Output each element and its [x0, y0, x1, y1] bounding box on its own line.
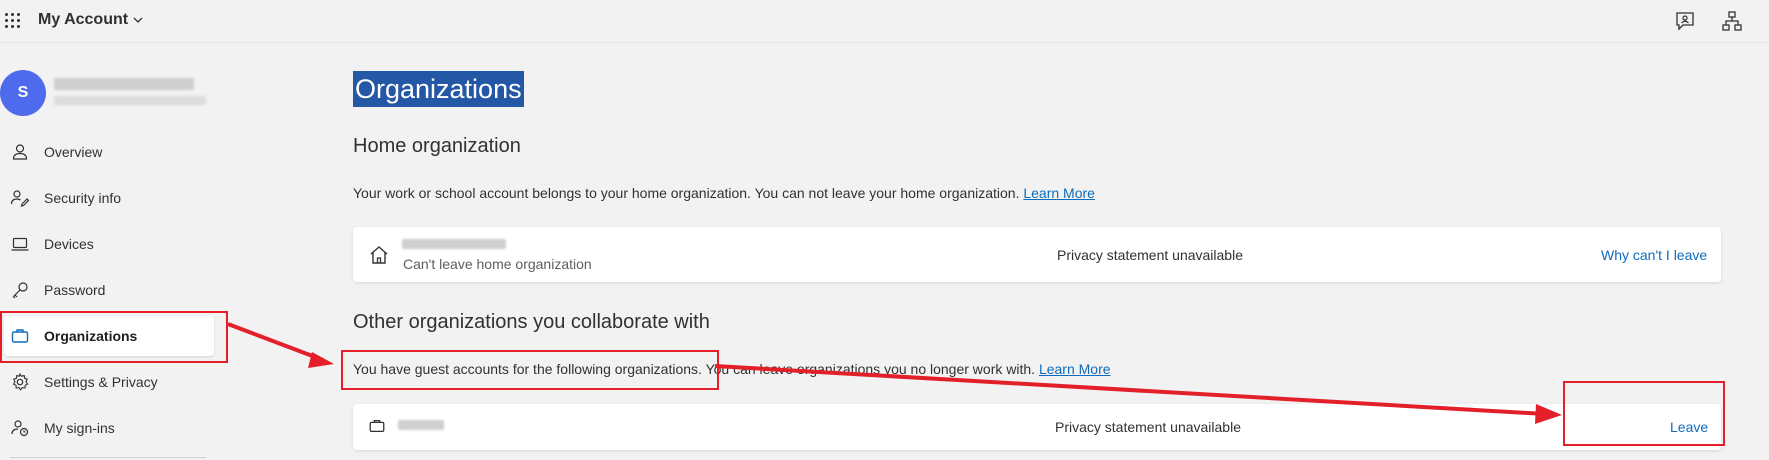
chevron-down-icon[interactable]	[132, 14, 144, 29]
sidebar-item-my-sign-ins[interactable]: My sign-ins	[0, 408, 216, 448]
my-account-page: My Account S Overview Security info Devi…	[0, 0, 1769, 460]
sidebar-item-label: Devices	[44, 236, 94, 252]
sign-ins-icon	[10, 418, 30, 438]
guest-organization-card: Privacy statement unavailable Leave	[353, 404, 1721, 450]
gear-icon	[10, 372, 30, 392]
redacted-user-name	[54, 78, 194, 90]
other-learn-more-link[interactable]: Learn More	[1039, 361, 1111, 377]
home-organization-card: Can't leave home organization Privacy st…	[353, 227, 1721, 282]
arrow-to-description	[227, 322, 324, 362]
sidebar-item-label: Settings & Privacy	[44, 374, 158, 390]
app-title[interactable]: My Account	[38, 11, 128, 29]
redacted-home-org-name	[402, 239, 506, 249]
why-cant-i-leave-link[interactable]: Why can't I leave	[1601, 247, 1707, 263]
sidebar-item-label: Password	[44, 282, 106, 298]
sidebar-divider	[10, 457, 206, 458]
redacted-guest-org-name	[398, 420, 444, 430]
sidebar-item-security-info[interactable]: Security info	[0, 178, 216, 218]
sidebar-item-settings-privacy[interactable]: Settings & Privacy	[0, 362, 216, 402]
key-icon	[10, 280, 30, 300]
home-organization-heading: Home organization	[353, 135, 521, 157]
redacted-user-email	[54, 96, 206, 105]
sidebar-item-label: Overview	[44, 144, 103, 160]
feedback-icon[interactable]	[1674, 10, 1696, 32]
other-organizations-heading: Other organizations you collaborate with	[353, 311, 710, 333]
waffle-icon[interactable]	[5, 13, 21, 29]
home-icon	[368, 244, 390, 266]
organization-chart-icon[interactable]	[1721, 10, 1743, 32]
sidebar-item-password[interactable]: Password	[0, 270, 216, 310]
security-info-icon	[10, 188, 30, 208]
home-organization-description: Your work or school account belongs to y…	[353, 185, 1095, 201]
annotation-box-organizations	[0, 311, 228, 363]
page-title: Organizations	[353, 71, 524, 107]
guest-org-privacy-status: Privacy statement unavailable	[1055, 419, 1241, 435]
annotation-box-description	[341, 350, 719, 390]
avatar[interactable]: S	[0, 70, 46, 116]
annotation-box-leave	[1563, 381, 1725, 446]
arrowhead-description	[308, 352, 334, 368]
person-icon	[10, 142, 30, 162]
home-org-subtitle: Can't leave home organization	[403, 256, 592, 272]
home-description-text: Your work or school account belongs to y…	[353, 185, 1020, 201]
laptop-icon	[10, 234, 30, 254]
top-bar: My Account	[0, 0, 1769, 43]
sidebar-item-label: My sign-ins	[44, 420, 115, 436]
home-org-privacy-status: Privacy statement unavailable	[1057, 247, 1243, 263]
briefcase-icon	[368, 417, 386, 435]
sidebar-item-overview[interactable]: Overview	[0, 132, 216, 172]
sidebar-item-label: Security info	[44, 190, 122, 206]
sidebar-item-devices[interactable]: Devices	[0, 224, 216, 264]
home-learn-more-link[interactable]: Learn More	[1023, 185, 1095, 201]
